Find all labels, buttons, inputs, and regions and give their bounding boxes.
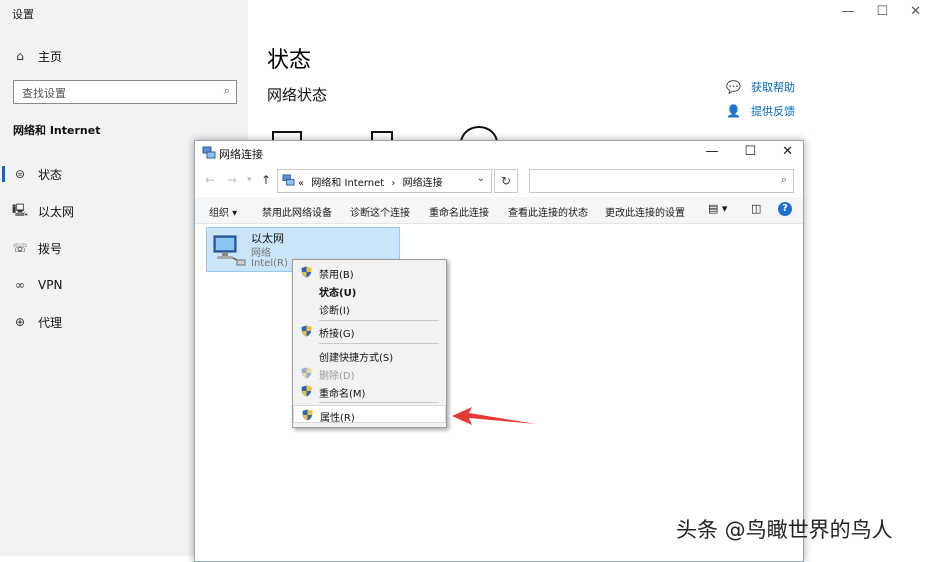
red-arrow-annotation xyxy=(452,407,536,425)
chevron-down-icon[interactable]: ⌄ xyxy=(477,173,485,184)
get-help-link[interactable]: 💬 获取帮助 xyxy=(726,79,795,95)
sidebar-item-label: 主页 xyxy=(38,49,63,64)
forward-arrow-icon[interactable]: → xyxy=(227,173,237,187)
help-icon[interactable]: ? xyxy=(778,202,792,216)
refresh-button[interactable]: ↻ xyxy=(494,169,518,193)
refresh-icon: ↻ xyxy=(500,174,512,188)
network-connections-window: 网络连接 — ☐ ✕ ← → ▾ ↑ « 网络和 Internet › 网络连接… xyxy=(194,140,804,562)
give-feedback-link[interactable]: 👤 提供反馈 xyxy=(726,103,795,119)
menu-item-label: 桥接(G) xyxy=(319,329,355,340)
menu-separator xyxy=(319,343,439,344)
settings-window-title: 设置 xyxy=(12,8,34,21)
view-options-icon[interactable]: ▤ ▾ xyxy=(708,202,727,215)
organize-button[interactable]: 组织 ▾ xyxy=(209,204,237,219)
menu-item-label: 属性(R) xyxy=(320,413,355,424)
uac-shield-icon xyxy=(301,367,312,379)
network-adapter-icon xyxy=(213,235,246,266)
search-placeholder: 查找设置 xyxy=(22,87,66,100)
menu-item-properties[interactable]: 属性(R) xyxy=(293,405,446,424)
menu-separator xyxy=(319,320,439,321)
recent-dropdown-icon[interactable]: ▾ xyxy=(247,175,252,185)
menu-item-status[interactable]: 状态(U) xyxy=(293,281,446,299)
home-icon: ⌂ xyxy=(16,49,24,63)
menu-item-label: 状态(U) xyxy=(319,288,357,299)
context-menu: 禁用(B) 状态(U) 诊断(I) 桥接(G) 创建快捷方式(S) 删除(D) … xyxy=(292,259,447,428)
maximize-icon[interactable]: ☐ xyxy=(876,4,888,19)
search-icon: ⌕ xyxy=(780,173,787,186)
disable-device-button[interactable]: 禁用此网络设备 xyxy=(262,204,332,219)
menu-item-label: 禁用(B) xyxy=(319,270,354,281)
menu-separator xyxy=(319,402,439,403)
search-icon: ⌕ xyxy=(223,84,230,97)
sidebar-item-label: 拨号 xyxy=(38,241,63,256)
address-bar[interactable]: « 网络和 Internet › 网络连接 ⌄ xyxy=(277,169,492,193)
page-title: 状态 xyxy=(267,48,312,73)
close-icon[interactable]: ✕ xyxy=(782,144,793,159)
back-arrow-icon[interactable]: ← xyxy=(205,173,215,187)
help-chat-icon: 💬 xyxy=(726,80,741,94)
command-bar: 组织 ▾ 禁用此网络设备 诊断这个连接 重命名此连接 查看此连接的状态 更改此连… xyxy=(195,197,803,224)
menu-item-bridge[interactable]: 桥接(G) xyxy=(293,322,446,340)
maximize-icon[interactable]: ☐ xyxy=(744,144,756,159)
menu-item-disable[interactable]: 禁用(B) xyxy=(293,263,446,281)
menu-item-label: 重命名(M) xyxy=(319,389,366,400)
get-help-label: 获取帮助 xyxy=(751,81,795,94)
ethernet-icon: 🖳 xyxy=(12,202,29,217)
globe-icon: ⊕ xyxy=(14,315,26,329)
preview-pane-icon[interactable]: ◫ xyxy=(751,202,761,215)
uac-shield-icon xyxy=(301,266,312,278)
net-window-controls: — ☐ ✕ xyxy=(705,144,793,159)
menu-item-label: 创建快捷方式(S) xyxy=(319,353,394,364)
diagnose-button[interactable]: 诊断这个连接 xyxy=(350,204,410,219)
sidebar-item-label: 代理 xyxy=(38,315,63,330)
minimize-icon[interactable]: — xyxy=(841,4,854,19)
breadcrumb-item-connections[interactable]: 网络连接 xyxy=(403,178,443,189)
menu-item-diagnose[interactable]: 诊断(I) xyxy=(293,299,446,317)
give-feedback-label: 提供反馈 xyxy=(751,105,795,118)
navigation-bar: ← → ▾ ↑ « 网络和 Internet › 网络连接 ⌄ ↻ ⌕ xyxy=(195,167,803,195)
page-subtitle: 网络状态 xyxy=(267,86,328,104)
dialup-icon: ☏ xyxy=(12,241,28,255)
uac-shield-icon xyxy=(301,325,312,337)
home-network-icon: ⊜ xyxy=(14,167,26,181)
sidebar-item-label: 以太网 xyxy=(38,204,75,219)
uac-shield-icon xyxy=(301,385,312,397)
vpn-icon: ∞ xyxy=(15,278,25,292)
menu-item-label: 删除(D) xyxy=(319,371,355,382)
menu-item-rename[interactable]: 重命名(M) xyxy=(293,382,446,400)
net-titlebar: 网络连接 — ☐ ✕ xyxy=(195,141,803,167)
watermark: 头条 @鸟瞰世界的鸟人 xyxy=(676,518,893,542)
net-search-input[interactable]: ⌕ xyxy=(529,169,794,193)
network-folder-icon xyxy=(202,146,216,159)
adapter-network: 网络 xyxy=(251,248,271,259)
feedback-person-icon: 👤 xyxy=(726,104,741,118)
breadcrumb-separator: › xyxy=(391,178,396,189)
view-status-button[interactable]: 查看此连接的状态 xyxy=(508,204,588,219)
section-title: 网络和 Internet xyxy=(13,124,101,137)
menu-item-label: 诊断(I) xyxy=(319,306,350,317)
breadcrumb: « 网络和 Internet › 网络连接 xyxy=(298,174,443,189)
rename-button[interactable]: 重命名此连接 xyxy=(429,204,489,219)
sidebar-item-home[interactable]: ⌂ 主页 xyxy=(0,41,248,71)
close-icon[interactable]: ✕ xyxy=(910,4,921,19)
uac-shield-icon xyxy=(302,409,313,421)
change-settings-button[interactable]: 更改此连接的设置 xyxy=(605,204,685,219)
minimize-icon[interactable]: — xyxy=(705,144,718,159)
sidebar-item-label: VPN xyxy=(38,278,63,292)
net-window-title: 网络连接 xyxy=(219,148,263,161)
network-folder-icon xyxy=(282,174,295,186)
menu-item-create-shortcut[interactable]: 创建快捷方式(S) xyxy=(293,346,446,364)
settings-window-controls: — ☐ ✕ xyxy=(841,4,921,19)
menu-item-delete[interactable]: 删除(D) xyxy=(293,364,446,382)
breadcrumb-overflow[interactable]: « xyxy=(298,178,304,189)
settings-search-input[interactable]: 查找设置 ⌕ xyxy=(13,80,237,104)
breadcrumb-item-network[interactable]: 网络和 Internet xyxy=(311,178,384,189)
up-arrow-icon[interactable]: ↑ xyxy=(261,173,271,187)
sidebar-item-label: 状态 xyxy=(38,167,63,182)
